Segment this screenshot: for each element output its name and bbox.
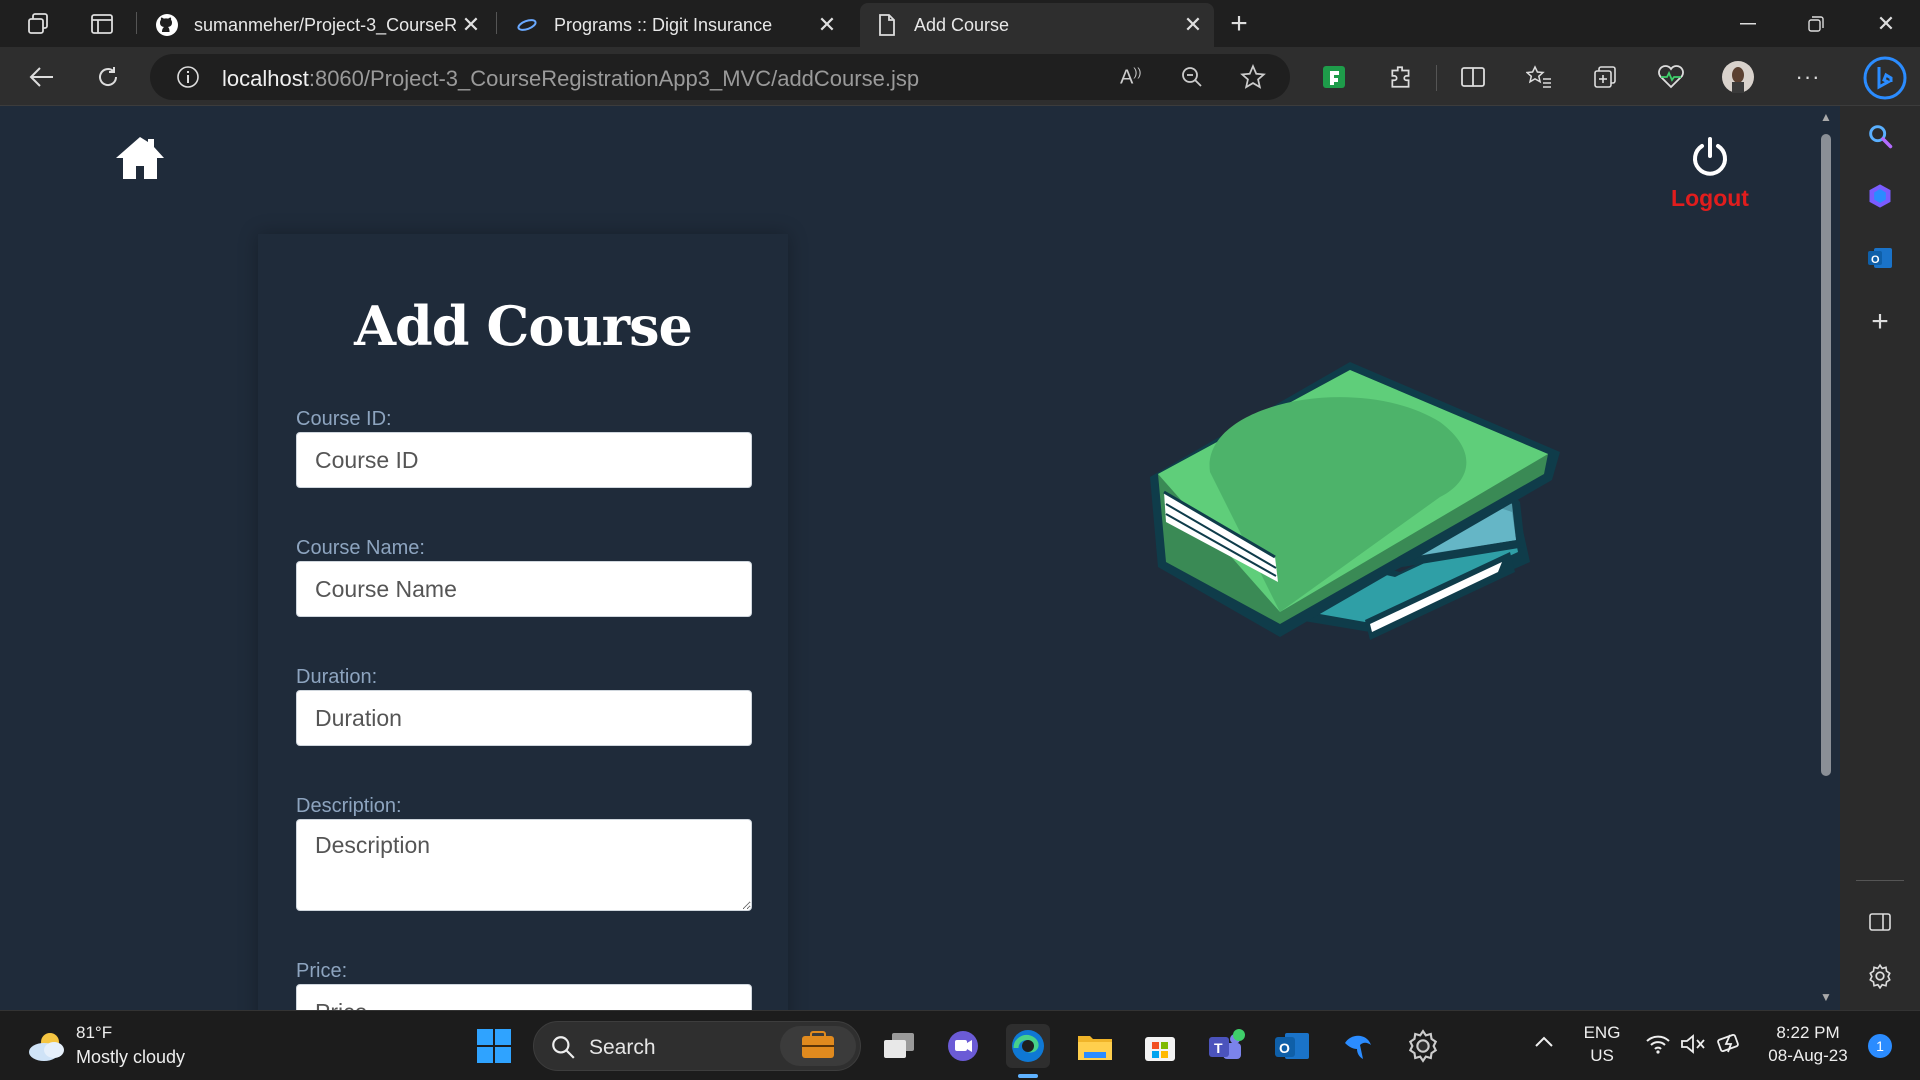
course-id-label: Course ID:: [296, 408, 392, 430]
split-screen-icon[interactable]: [1455, 59, 1491, 95]
address-toolbar: localhost:8060/Project-3_CourseRegistrat…: [0, 47, 1920, 106]
taskbar-search[interactable]: Search: [533, 1021, 861, 1071]
close-tab-icon[interactable]: ✕: [1178, 10, 1208, 40]
refresh-icon[interactable]: [90, 59, 126, 95]
extension-green-icon[interactable]: [1316, 59, 1352, 95]
workspaces-icon[interactable]: [25, 10, 53, 38]
price-label: Price:: [296, 960, 348, 982]
settings-gear-app-icon[interactable]: [1401, 1024, 1445, 1068]
sidebar-outlook-icon[interactable]: O: [1860, 238, 1900, 278]
language-indicator[interactable]: ENG US: [1580, 1023, 1624, 1066]
dolphin-app-icon[interactable]: [1336, 1024, 1380, 1068]
svg-text:O: O: [1279, 1040, 1290, 1056]
close-tab-icon[interactable]: ✕: [456, 10, 486, 40]
course-name-label: Course Name:: [296, 537, 425, 559]
page-scrollbar[interactable]: ▲ ▼: [1813, 106, 1840, 1010]
weather-temperature[interactable]: 81°F: [76, 1023, 112, 1043]
search-highlight-icon: [780, 1026, 856, 1066]
duration-input[interactable]: [296, 690, 752, 746]
course-name-input[interactable]: [296, 561, 752, 617]
page-icon: [874, 12, 900, 38]
browser-essentials-icon[interactable]: [1653, 59, 1689, 95]
sidebar-search-icon[interactable]: [1860, 116, 1900, 156]
search-icon: [550, 1034, 576, 1065]
weather-cloud-icon[interactable]: [26, 1029, 66, 1068]
sidebar-add-icon[interactable]: +: [1860, 302, 1900, 342]
weather-description[interactable]: Mostly cloudy: [76, 1047, 185, 1068]
form-title: Add Course: [354, 294, 693, 358]
search-label: Search: [589, 1036, 656, 1059]
books-illustration: [1150, 362, 1560, 640]
restore-icon[interactable]: [1782, 0, 1850, 47]
scroll-down-icon[interactable]: ▼: [1820, 990, 1832, 1004]
file-explorer-icon[interactable]: [1073, 1024, 1117, 1068]
more-options-icon[interactable]: ···: [1790, 59, 1826, 95]
microsoft-store-icon[interactable]: [1138, 1024, 1182, 1068]
duration-label: Duration:: [296, 666, 378, 688]
teams-icon[interactable]: T: [1204, 1024, 1248, 1068]
home-icon[interactable]: [114, 134, 166, 182]
scrollbar-thumb[interactable]: [1821, 134, 1831, 776]
back-arrow-icon[interactable]: [24, 59, 60, 95]
price-input[interactable]: [296, 984, 752, 1010]
battery-charging-icon[interactable]: [1716, 1031, 1744, 1060]
sidebar-copilot-icon[interactable]: [1860, 176, 1900, 216]
tab-add-course[interactable]: Add Course ✕: [860, 3, 1214, 47]
edge-browser-icon[interactable]: [1006, 1024, 1050, 1078]
minimize-icon[interactable]: [1714, 0, 1782, 47]
outlook-icon[interactable]: O: [1270, 1024, 1314, 1068]
svg-text:O: O: [1871, 254, 1880, 266]
tab-title: Add Course: [914, 14, 1010, 35]
copilot-bing-icon[interactable]: [1862, 55, 1908, 101]
browser-title-bar: sumanmeher/Project-3_CourseRe ✕ Programs…: [0, 0, 1920, 47]
extensions-puzzle-icon[interactable]: [1383, 59, 1419, 95]
url-text[interactable]: localhost:8060/Project-3_CourseRegistrat…: [222, 66, 919, 92]
profile-avatar[interactable]: [1720, 59, 1756, 95]
course-id-input[interactable]: [296, 432, 752, 488]
svg-text:T: T: [1214, 1040, 1223, 1056]
logout-label: Logout: [1671, 185, 1749, 211]
tab-title: sumanmeher/Project-3_CourseRe: [194, 14, 456, 35]
github-icon: [154, 12, 180, 38]
add-course-form: Add Course Course ID: Course Name: Durat…: [258, 234, 788, 1010]
tab-digit-insurance[interactable]: Programs :: Digit Insurance ✕: [500, 3, 848, 47]
description-textarea[interactable]: [296, 819, 752, 911]
task-view-icon[interactable]: [877, 1024, 921, 1068]
add-course-page: Logout Add Course Course ID: Course Name…: [0, 106, 1813, 1010]
tab-actions-icon[interactable]: [88, 10, 116, 38]
site-info-icon[interactable]: [176, 65, 200, 94]
close-tab-icon[interactable]: ✕: [812, 10, 842, 40]
read-aloud-icon[interactable]: A)): [1120, 65, 1141, 90]
edge-sidebar: O +: [1840, 106, 1920, 1010]
teams-chat-icon[interactable]: [941, 1024, 985, 1068]
tab-github[interactable]: sumanmeher/Project-3_CourseRe ✕: [140, 3, 492, 47]
power-icon: [1693, 137, 1727, 176]
sidebar-settings-icon[interactable]: [1860, 956, 1900, 996]
scroll-up-icon[interactable]: ▲: [1820, 110, 1832, 124]
description-label: Description:: [296, 795, 402, 817]
windows-taskbar: 81°F Mostly cloudy Search T O ENG US 8:2…: [0, 1010, 1920, 1080]
zoom-icon[interactable]: [1180, 65, 1204, 94]
favorites-icon[interactable]: [1521, 59, 1557, 95]
start-windows-icon[interactable]: [472, 1024, 516, 1068]
wifi-icon[interactable]: [1645, 1033, 1671, 1060]
clock[interactable]: 8:22 PM 08-Aug-23: [1760, 1023, 1856, 1066]
close-window-icon[interactable]: ✕: [1852, 0, 1920, 47]
new-tab-icon[interactable]: +: [1225, 7, 1253, 40]
notification-badge[interactable]: 1: [1868, 1034, 1892, 1058]
show-hidden-icons-chevron-icon[interactable]: [1534, 1031, 1554, 1054]
favorite-star-icon[interactable]: [1240, 63, 1266, 95]
digit-icon: [514, 12, 540, 38]
address-bar[interactable]: localhost:8060/Project-3_CourseRegistrat…: [150, 54, 1290, 100]
tab-title: Programs :: Digit Insurance: [554, 14, 773, 35]
logout-button[interactable]: Logout: [1660, 136, 1760, 212]
speaker-muted-icon[interactable]: [1680, 1033, 1706, 1060]
collections-icon[interactable]: [1587, 59, 1623, 95]
hide-sidebar-icon[interactable]: [1860, 902, 1900, 942]
